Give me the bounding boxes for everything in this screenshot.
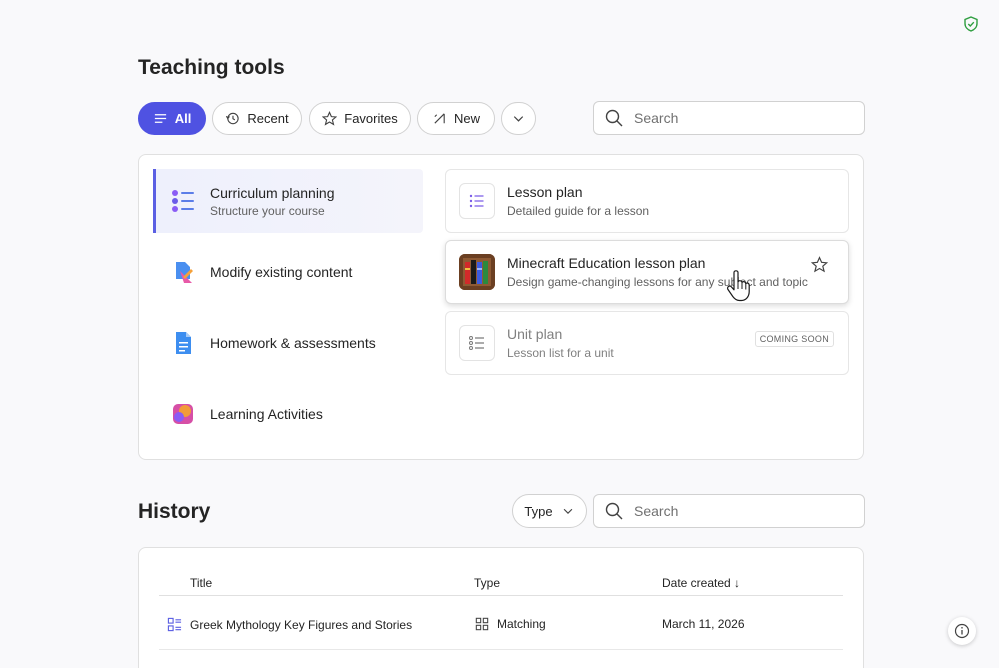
learning-activities-icon bbox=[173, 404, 193, 424]
shield-check-icon bbox=[964, 16, 978, 32]
row-title: Greek Mythology Key Figures and Stories bbox=[190, 617, 413, 632]
category-learning-activities[interactable]: Learning Activities bbox=[153, 382, 423, 446]
history-type-filter[interactable]: Type bbox=[512, 494, 587, 528]
tool-subtitle: Lesson list for a unit bbox=[507, 346, 614, 360]
category-subtitle: Structure your course bbox=[210, 203, 325, 218]
history-search-placeholder: Search bbox=[634, 503, 679, 519]
filter-all-label: All bbox=[174, 111, 192, 126]
column-header-date[interactable]: Date created ↓ bbox=[662, 576, 740, 590]
new-sparkle-icon bbox=[434, 113, 445, 124]
lesson-plan-icon bbox=[459, 183, 495, 219]
list-icon bbox=[154, 114, 166, 123]
document-icon bbox=[176, 332, 191, 354]
chevron-down-icon bbox=[513, 116, 524, 122]
tool-title: Lesson plan bbox=[507, 184, 583, 200]
row-type-cell: Matching bbox=[475, 617, 546, 631]
category-curriculum-planning[interactable]: Curriculum planning Structure your cours… bbox=[153, 169, 423, 233]
filter-new-label: New bbox=[453, 111, 480, 126]
history-search-input[interactable]: Search bbox=[593, 494, 865, 528]
chevron-down-icon bbox=[563, 508, 572, 514]
filter-recent-button[interactable]: Recent bbox=[212, 102, 302, 135]
tool-title: Minecraft Education lesson plan bbox=[507, 255, 706, 271]
hand-cursor-icon bbox=[726, 270, 750, 302]
row-divider bbox=[159, 649, 843, 650]
search-icon bbox=[605, 502, 623, 520]
filter-all-button[interactable]: All bbox=[138, 102, 206, 135]
tool-subtitle: Design game-changing lessons for any sub… bbox=[507, 275, 808, 289]
column-header-title[interactable]: Title bbox=[190, 576, 212, 590]
history-icon bbox=[226, 112, 240, 125]
category-modify-content[interactable]: Modify existing content bbox=[153, 240, 423, 304]
tools-search-placeholder: Search bbox=[634, 110, 679, 126]
minecraft-books-icon bbox=[459, 254, 495, 290]
curriculum-list-icon bbox=[172, 190, 194, 212]
filter-recent-label: Recent bbox=[247, 111, 289, 126]
tools-search-input[interactable]: Search bbox=[593, 101, 865, 135]
tool-subtitle: Detailed guide for a lesson bbox=[507, 204, 650, 218]
filter-new-button[interactable]: New bbox=[417, 102, 495, 135]
favorite-star-icon[interactable] bbox=[811, 256, 828, 273]
unit-plan-icon bbox=[459, 325, 495, 361]
table-row[interactable]: Greek Mythology Key Figures and Stories bbox=[167, 617, 412, 632]
more-filters-button[interactable] bbox=[501, 102, 536, 135]
info-icon bbox=[954, 623, 970, 639]
grid-icon bbox=[475, 617, 489, 631]
tool-unit-plan[interactable]: Unit plan Lesson list for a unit COMING … bbox=[445, 311, 849, 375]
history-title: History bbox=[138, 500, 211, 523]
row-date: March 11, 2026 bbox=[662, 617, 745, 631]
coming-soon-badge: COMING SOON bbox=[754, 331, 834, 347]
filter-favorites-label: Favorites bbox=[344, 111, 398, 126]
matching-activity-icon bbox=[167, 617, 182, 632]
category-title: Learning Activities bbox=[210, 406, 323, 422]
info-button[interactable] bbox=[948, 617, 976, 645]
header-divider bbox=[159, 595, 843, 596]
category-title: Modify existing content bbox=[210, 264, 353, 280]
tool-title: Unit plan bbox=[507, 326, 563, 342]
star-icon bbox=[322, 111, 338, 126]
category-homework-assessments[interactable]: Homework & assessments bbox=[153, 311, 423, 375]
filter-favorites-button[interactable]: Favorites bbox=[309, 102, 411, 135]
type-filter-label: Type bbox=[524, 503, 553, 519]
tool-minecraft-lesson-plan[interactable]: Minecraft Education lesson plan Design g… bbox=[445, 240, 849, 304]
tool-lesson-plan[interactable]: Lesson plan Detailed guide for a lesson bbox=[445, 169, 849, 233]
column-header-type[interactable]: Type bbox=[474, 576, 500, 590]
modify-content-icon bbox=[176, 262, 193, 283]
page-title: Teaching tools bbox=[138, 56, 285, 79]
category-title: Homework & assessments bbox=[210, 335, 376, 351]
tools-panel: Curriculum planning Structure your cours… bbox=[138, 154, 864, 460]
search-icon bbox=[605, 109, 623, 127]
history-table: Title Type Date created ↓ Greek Mytholog… bbox=[138, 547, 864, 668]
category-title: Curriculum planning bbox=[210, 184, 335, 201]
row-type: Matching bbox=[497, 617, 546, 631]
